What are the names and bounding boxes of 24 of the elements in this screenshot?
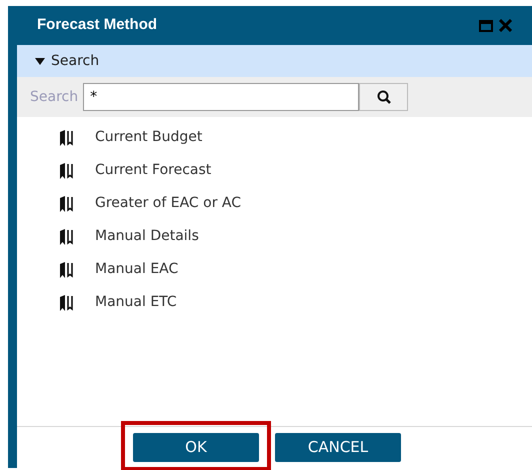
bookmark-icon	[59, 228, 73, 244]
maximize-icon[interactable]	[479, 20, 493, 32]
bookmark-icon	[59, 196, 73, 212]
bookmark-icon	[59, 294, 73, 310]
list-item[interactable]: Manual ETC	[95, 292, 177, 313]
search-icon	[376, 90, 391, 104]
dialog-button[interactable]: OK	[133, 433, 259, 462]
list-item[interactable]: Current Forecast	[95, 160, 212, 181]
window-title: Forecast Method	[37, 15, 158, 36]
list-item[interactable]: Greater of EAC or AC	[95, 193, 242, 214]
list-item[interactable]: Manual Details	[95, 226, 199, 247]
close-icon[interactable]	[499, 19, 512, 32]
search-label: Search	[30, 88, 78, 106]
bookmark-icon	[59, 262, 73, 278]
dialog-button[interactable]: CANCEL	[275, 433, 401, 462]
bookmark-icon	[59, 162, 73, 178]
search-button[interactable]	[359, 83, 408, 111]
bookmark-icon	[59, 130, 73, 146]
panel-title: Search	[51, 52, 100, 70]
list-item[interactable]: Current Budget	[95, 127, 202, 148]
list-item[interactable]: Manual EAC	[95, 259, 178, 280]
search-panel-header[interactable]: Search	[17, 45, 532, 77]
search-field[interactable]: *	[83, 83, 360, 111]
caret-icon	[35, 58, 45, 64]
